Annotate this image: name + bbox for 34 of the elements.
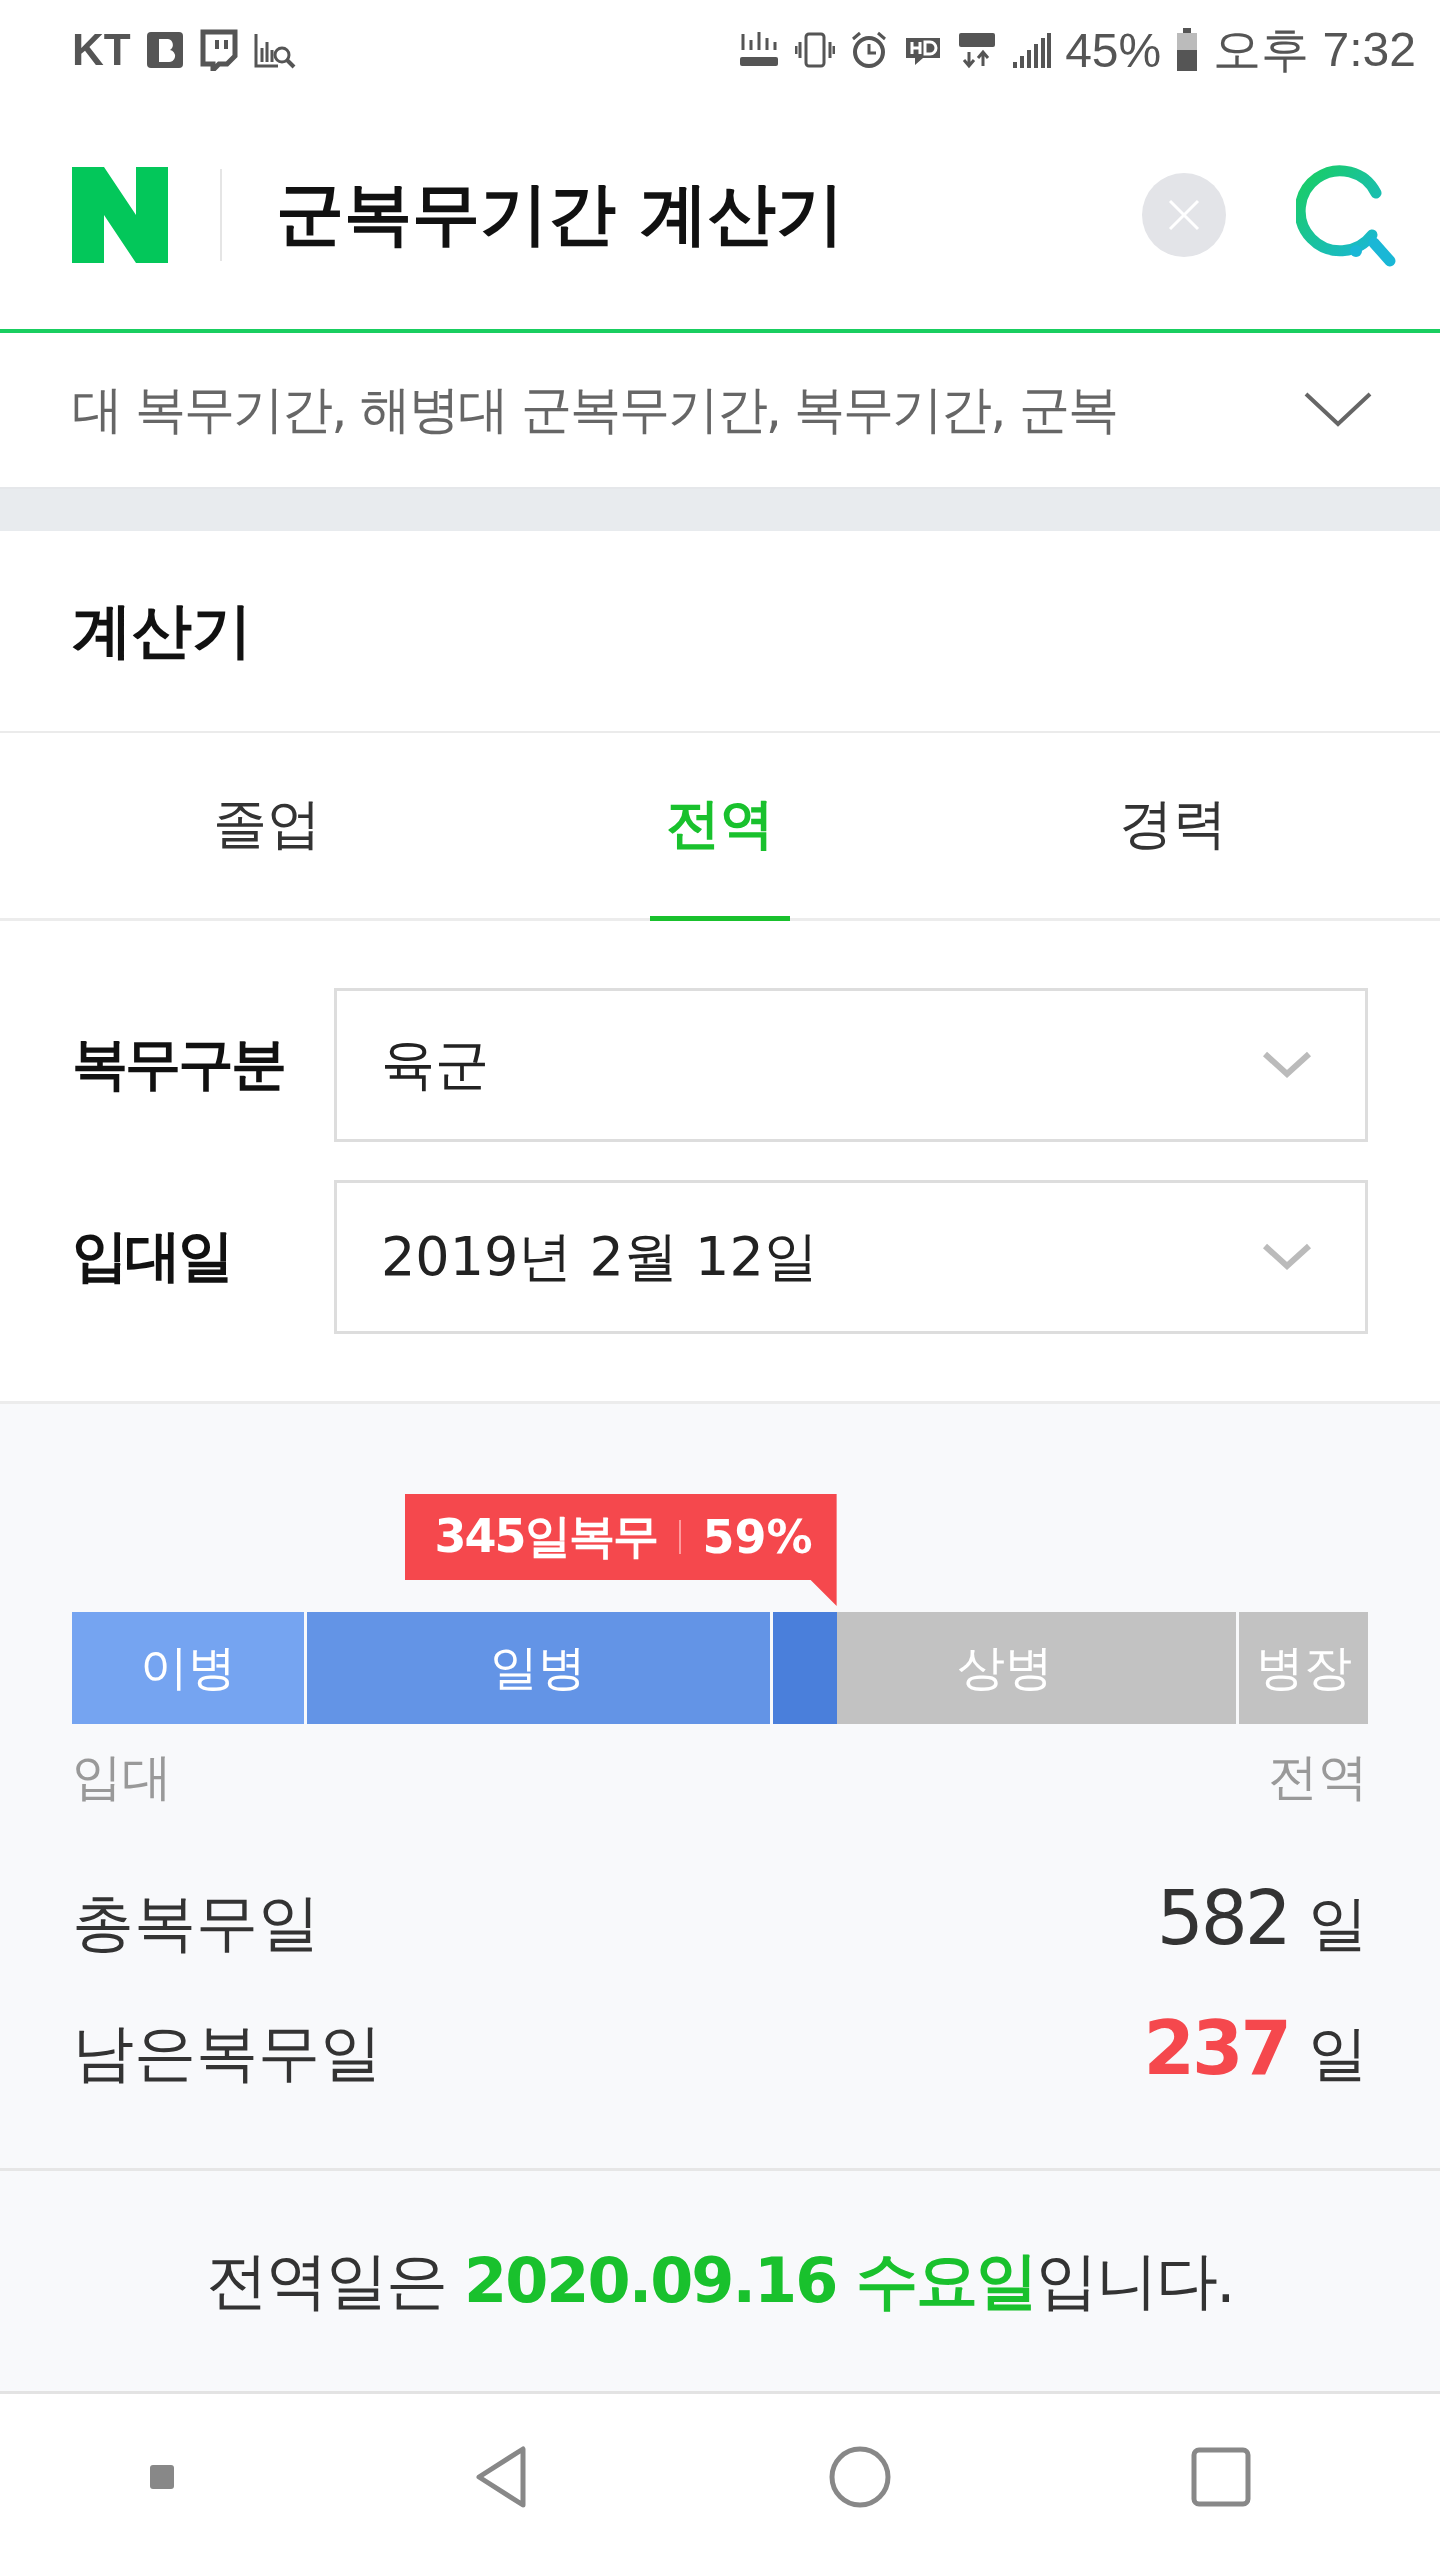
tab[interactable]: 졸업 [196, 733, 337, 921]
lte-data-icon [957, 30, 998, 70]
signal-icon [1011, 30, 1052, 70]
discharge-date-text: 전역일은 2020.09.16 수요일입니다. [206, 2243, 1234, 2319]
search-query-text[interactable]: 군복무기간 계산기 [276, 169, 1142, 260]
dropdown-field[interactable]: 2019년 2월 12일 [334, 1180, 1368, 1334]
carrier-name: KT [72, 25, 131, 75]
stat-label: 남은복무일 [72, 2015, 382, 2091]
vibrate-icon [795, 30, 836, 70]
progress-tooltip: 345일복무 59% [404, 1494, 837, 1606]
tab[interactable]: 경력 [1103, 733, 1244, 921]
start-label: 입대 [72, 1747, 172, 1808]
end-label: 전역 [1268, 1747, 1368, 1808]
field-label: 입대일 [72, 1222, 232, 1290]
bar-segment: 병장 [1239, 1612, 1368, 1724]
stat-label: 총복무일 [72, 1885, 320, 1961]
recents-icon [1190, 2447, 1251, 2507]
bar-segment: 일병 [306, 1612, 770, 1724]
chevron-down-icon [1261, 1050, 1313, 1080]
home-icon [827, 2445, 892, 2509]
related-keywords[interactable]: 대 복무기간, 해병대 군복무기간, 복무기간, 군복 [72, 379, 1117, 439]
bar-segment: 상병 [772, 1612, 1237, 1724]
b-app-icon [144, 30, 185, 70]
battery-percent: 45% [1065, 22, 1162, 78]
field-label: 복무구분 [72, 1030, 285, 1098]
stat-value: 237 일 [1143, 2005, 1368, 2093]
battery-icon [1175, 28, 1200, 72]
chat-bubble-icon [198, 29, 239, 71]
section-title: 계산기 [72, 593, 252, 667]
chevron-down-icon [1261, 1242, 1313, 1272]
dropdown-field[interactable]: 육군 [334, 988, 1368, 1142]
stat-value: 582 일 [1156, 1875, 1368, 1963]
bar-segment: 이병 [72, 1612, 304, 1724]
clock-time: 오후 7:32 [1213, 22, 1416, 78]
